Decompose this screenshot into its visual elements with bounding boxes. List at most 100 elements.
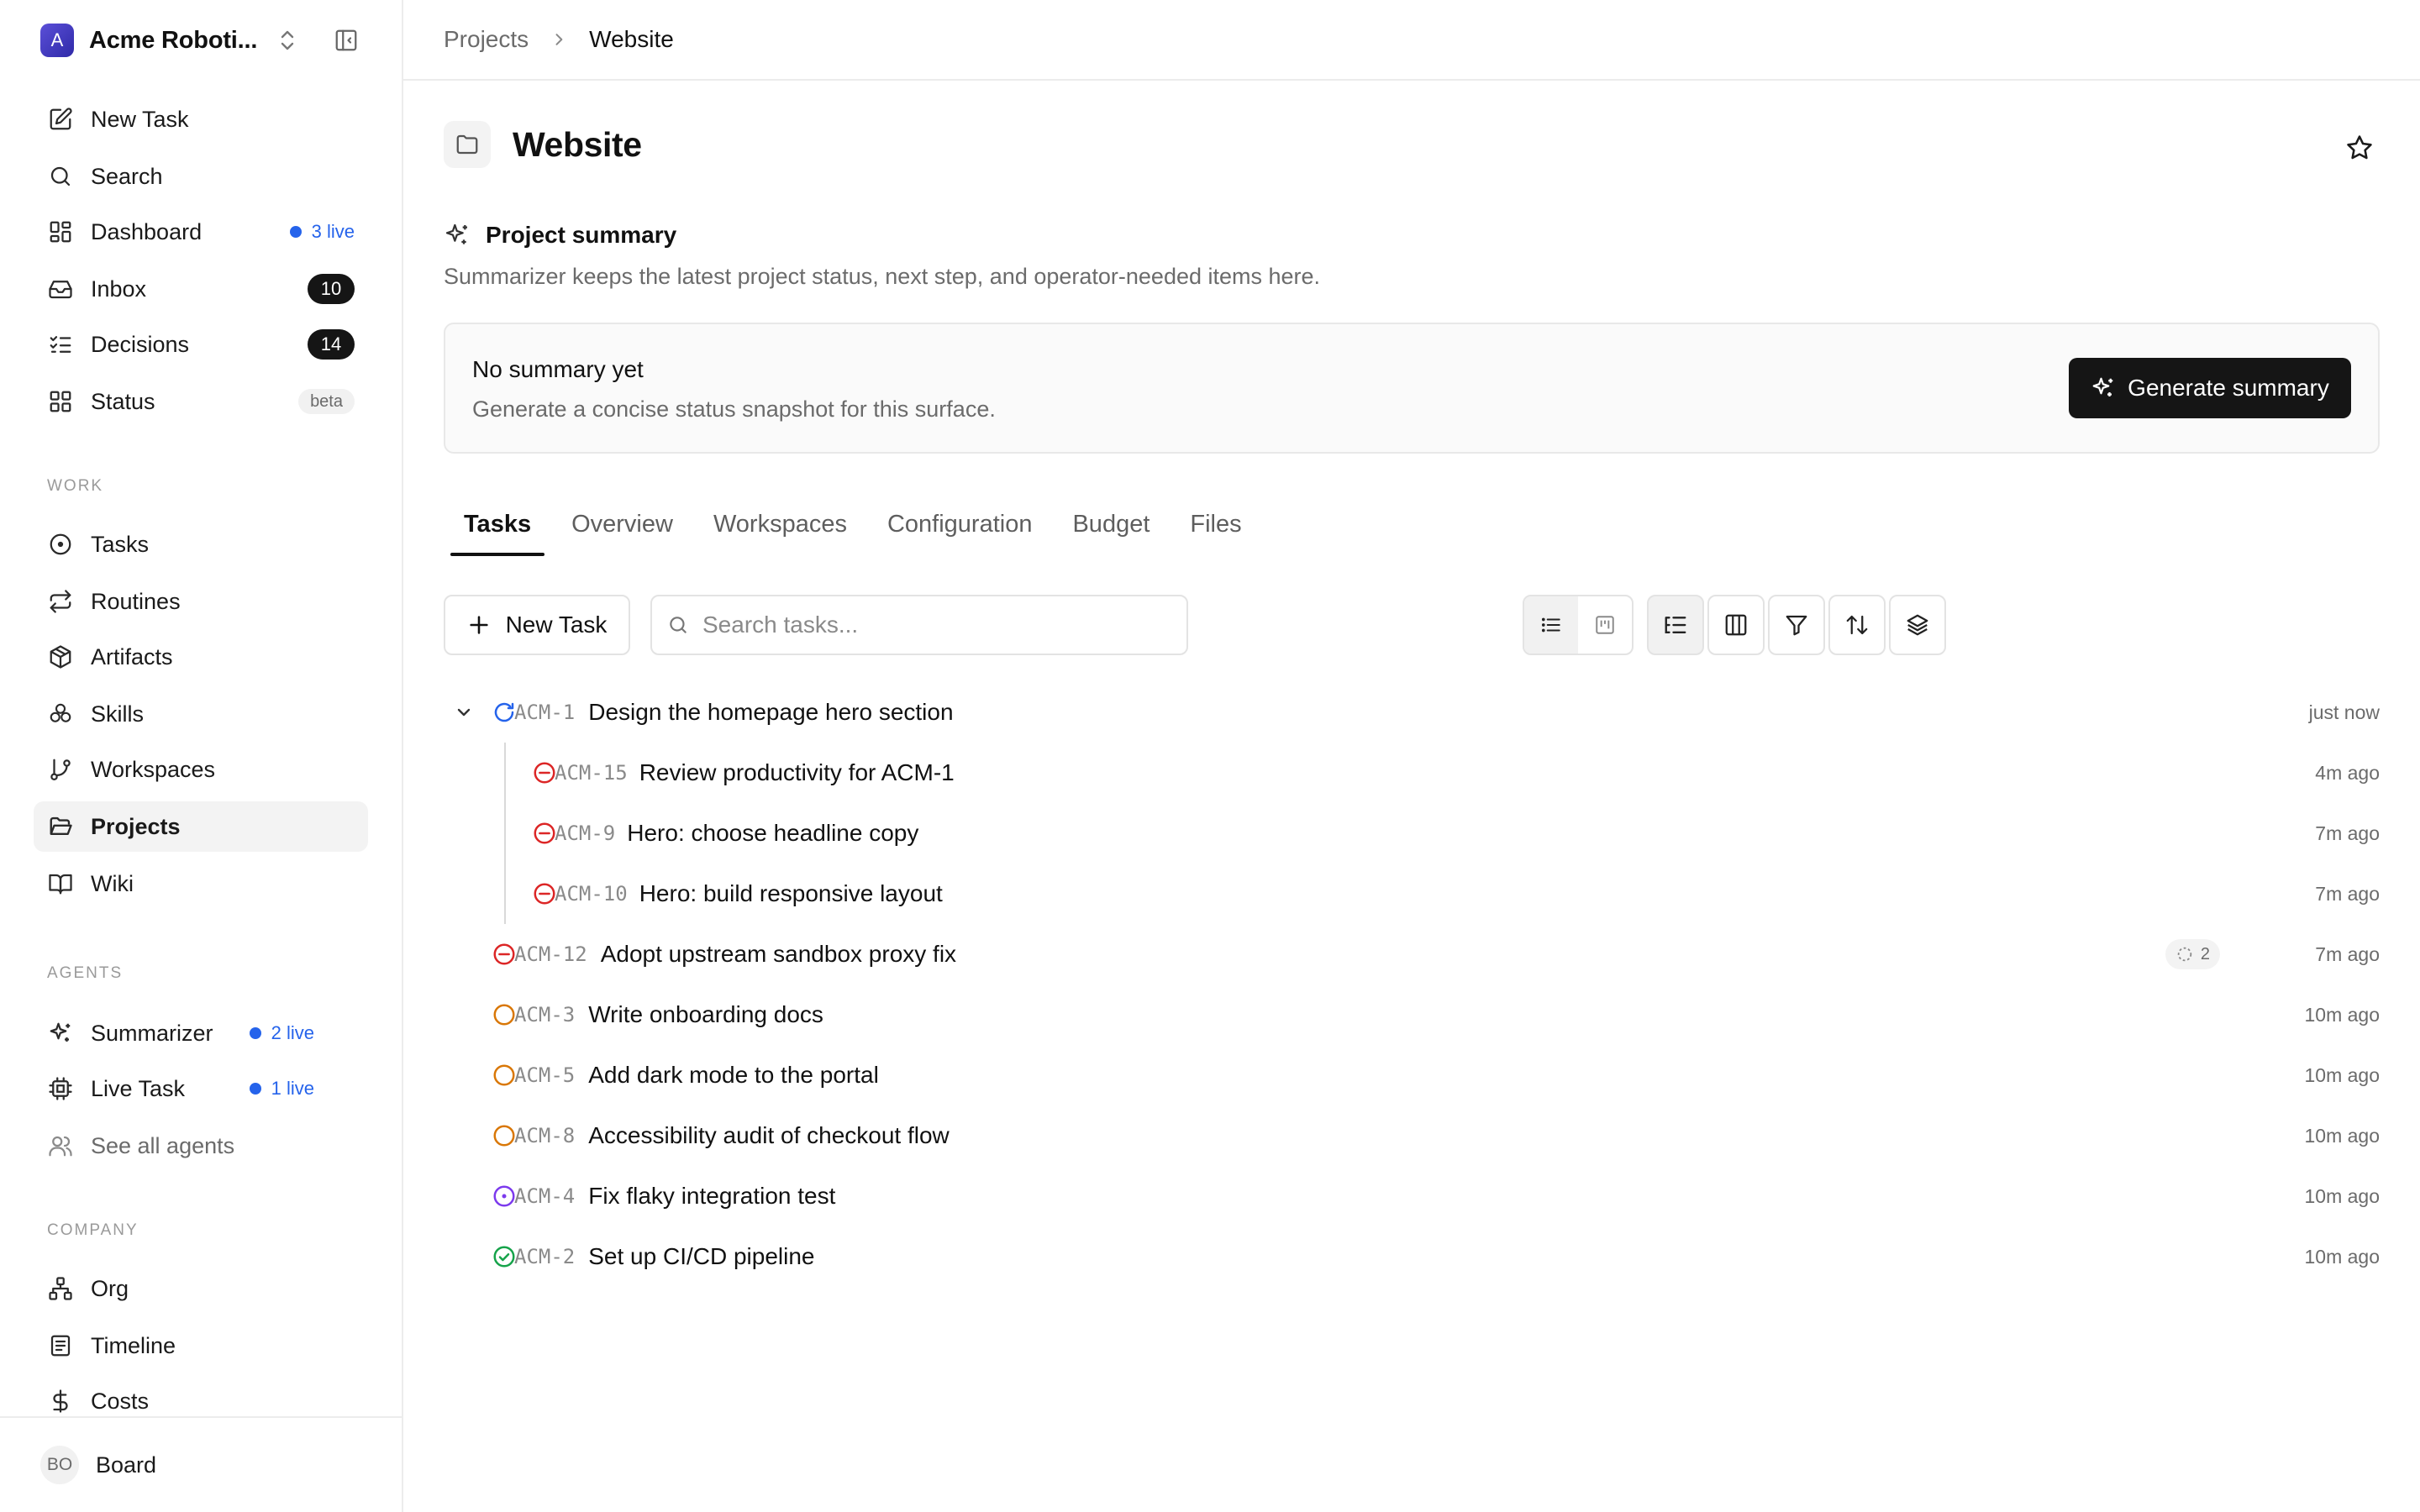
- chevrons-up-down-icon: [277, 25, 297, 55]
- nav-workspaces[interactable]: Workspaces: [34, 744, 368, 795]
- breadcrumb-projects-link[interactable]: Projects: [444, 26, 529, 53]
- nav-inbox[interactable]: Inbox 10: [34, 264, 368, 314]
- nav-agent-summarizer[interactable]: Summarizer 2 live: [34, 1008, 368, 1058]
- boxes-icon: [47, 701, 74, 727]
- cpu-icon: [47, 1075, 74, 1102]
- nav-agent-live-task[interactable]: Live Task 1 live: [34, 1063, 368, 1114]
- list-view-icon[interactable]: [1524, 596, 1578, 654]
- list-checks-icon: [47, 331, 74, 358]
- task-title[interactable]: Review productivity for ACM-1: [639, 759, 955, 786]
- nav-label: Tasks: [91, 531, 150, 557]
- nested-view-icon[interactable]: [1647, 595, 1704, 655]
- dashboard-icon: [47, 218, 74, 245]
- search-icon: [47, 163, 74, 190]
- task-title[interactable]: Hero: build responsive layout: [639, 880, 943, 907]
- project-tabs: Tasks Overview Workspaces Configuration …: [444, 504, 1262, 558]
- tab-budget[interactable]: Budget: [1052, 504, 1170, 558]
- nav-label: See all agents: [91, 1132, 235, 1158]
- task-title[interactable]: Fix flaky integration test: [588, 1183, 835, 1210]
- section-label-company: COMPANY: [47, 1221, 139, 1239]
- tab-files[interactable]: Files: [1170, 504, 1261, 558]
- workspace-avatar: A: [40, 24, 74, 57]
- task-title[interactable]: Adopt upstream sandbox proxy fix: [601, 941, 956, 968]
- generate-summary-button[interactable]: Generate summary: [2069, 358, 2351, 418]
- repeat-icon: [47, 588, 74, 615]
- breadcrumb-current: Website: [589, 26, 674, 52]
- task-title[interactable]: Accessibility audit of checkout flow: [588, 1122, 950, 1149]
- view-mode-toggle: [1523, 595, 1634, 655]
- nav-label: Timeline: [91, 1332, 176, 1358]
- tab-configuration[interactable]: Configuration: [867, 504, 1053, 558]
- sidebar-collapse-icon[interactable]: [329, 24, 363, 57]
- nav-artifacts[interactable]: Artifacts: [34, 632, 368, 682]
- task-updated-time: 10m ago: [2304, 1184, 2380, 1207]
- summary-title: Project summary: [486, 222, 677, 248]
- board-view-icon[interactable]: [1578, 596, 1632, 654]
- sidebar: A Acme Roboti... New Task Search Dashboa…: [0, 0, 403, 1512]
- task-title[interactable]: Write onboarding docs: [588, 1001, 823, 1028]
- task-row[interactable]: ACM-2 Set up CI/CD pipeline 10m ago: [444, 1226, 2380, 1287]
- nav-org[interactable]: Org: [34, 1263, 368, 1314]
- nav-status[interactable]: Status beta: [34, 376, 368, 427]
- nav-wiki[interactable]: Wiki: [34, 858, 368, 909]
- favorite-star-icon[interactable]: [2339, 128, 2380, 168]
- nav-search[interactable]: Search: [34, 151, 368, 202]
- folder-open-icon: [47, 813, 74, 840]
- user-avatar: BO: [40, 1446, 79, 1484]
- nav-label: Dashboard: [91, 218, 203, 244]
- user-menu[interactable]: BO Board: [0, 1416, 402, 1512]
- layers-icon[interactable]: [1889, 595, 1946, 655]
- nav-dashboard[interactable]: Dashboard 3 live: [34, 207, 368, 257]
- nav-decisions[interactable]: Decisions 14: [34, 319, 368, 370]
- task-updated-time: 4m ago: [2315, 761, 2380, 784]
- search-input[interactable]: [702, 612, 1173, 638]
- nav-label: Summarizer: [91, 1020, 213, 1046]
- task-title[interactable]: Hero: choose headline copy: [627, 820, 918, 847]
- tab-tasks[interactable]: Tasks: [444, 504, 551, 558]
- task-title[interactable]: Design the homepage hero section: [588, 699, 953, 726]
- nav-new-task[interactable]: New Task: [34, 94, 368, 144]
- live-indicator: 2 live: [249, 1022, 314, 1044]
- nav-skills[interactable]: Skills: [34, 689, 368, 739]
- task-row[interactable]: ACM-12 Adopt upstream sandbox proxy fix 2 7…: [444, 924, 2380, 984]
- page-title: Website: [513, 124, 642, 164]
- new-task-button[interactable]: New Task: [444, 595, 630, 655]
- nav-timeline[interactable]: Timeline: [34, 1320, 368, 1371]
- columns-icon[interactable]: [1707, 595, 1765, 655]
- task-title[interactable]: Set up CI/CD pipeline: [588, 1243, 814, 1270]
- search-icon: [667, 614, 689, 636]
- task-id: ACM-3: [514, 1003, 576, 1026]
- chevron-down-icon[interactable]: [450, 699, 477, 726]
- workspace-switcher[interactable]: A Acme Roboti...: [40, 24, 363, 57]
- sort-icon[interactable]: [1828, 595, 1886, 655]
- task-row[interactable]: ACM-8 Accessibility audit of checkout flo…: [444, 1105, 2380, 1166]
- task-row[interactable]: ACM-3 Write onboarding docs 10m ago: [444, 984, 2380, 1045]
- book-icon: [47, 870, 74, 897]
- org-chart-icon: [47, 1275, 74, 1302]
- task-id: ACM-9: [555, 822, 616, 845]
- nav-projects[interactable]: Projects: [34, 801, 368, 852]
- task-search: [650, 595, 1188, 655]
- task-row[interactable]: ACM-4 Fix flaky integration test 10m ago: [444, 1166, 2380, 1226]
- nav-label: Status: [91, 388, 155, 414]
- task-row[interactable]: ACM-10 Hero: build responsive layout 7m ag…: [444, 864, 2380, 924]
- task-id: ACM-2: [514, 1245, 576, 1268]
- tab-workspaces[interactable]: Workspaces: [693, 504, 867, 558]
- live-indicator: 1 live: [249, 1078, 314, 1100]
- task-row[interactable]: ACM-1 Design the homepage hero section jus…: [444, 682, 2380, 743]
- task-row[interactable]: ACM-9 Hero: choose headline copy 7m ago: [444, 803, 2380, 864]
- task-id: ACM-5: [514, 1063, 576, 1087]
- filter-icon[interactable]: [1768, 595, 1825, 655]
- nav-label: Decisions: [91, 331, 190, 357]
- task-id: ACM-1: [514, 701, 576, 724]
- task-row[interactable]: ACM-15 Review productivity for ACM-1 4m ag…: [444, 743, 2380, 803]
- nav-label: Routines: [91, 588, 181, 614]
- task-title[interactable]: Add dark mode to the portal: [588, 1062, 879, 1089]
- task-row[interactable]: ACM-5 Add dark mode to the portal 10m ago: [444, 1045, 2380, 1105]
- new-task-label: New Task: [505, 612, 608, 638]
- tab-overview[interactable]: Overview: [551, 504, 693, 558]
- nav-routines[interactable]: Routines: [34, 576, 368, 627]
- nav-see-all-agents[interactable]: See all agents: [34, 1121, 368, 1171]
- summary-card-title: No summary yet: [472, 356, 644, 382]
- nav-tasks[interactable]: Tasks: [34, 519, 368, 570]
